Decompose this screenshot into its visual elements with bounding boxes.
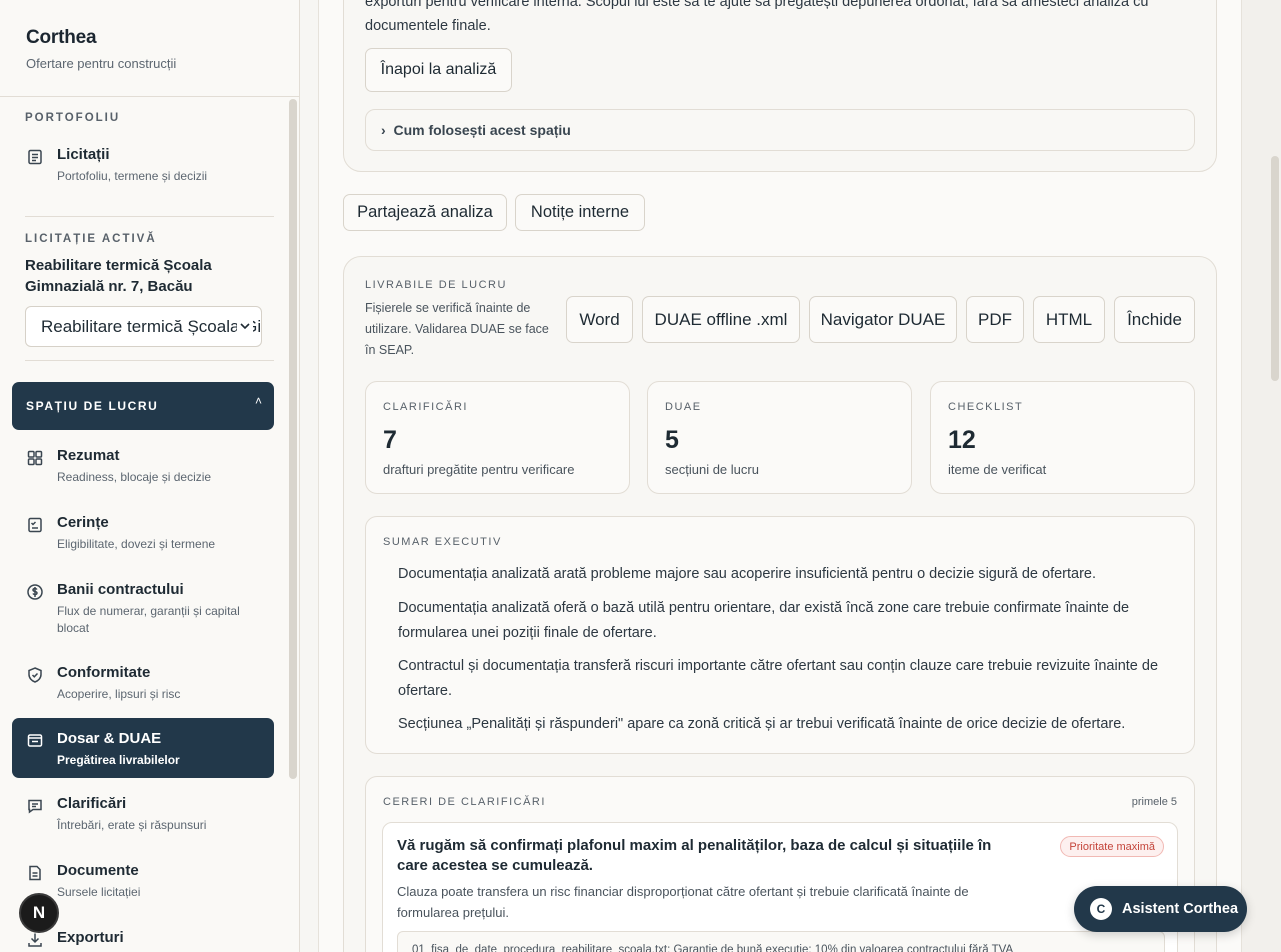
sidebar-item-subtitle: Portofoliu, termene și decizii [57,169,208,183]
chevron-right-icon: › [381,122,394,138]
howto-expander[interactable]: › Cum folosești acest spațiu [365,109,1195,151]
sidebar-item-title: Dosar & DUAE [57,730,162,747]
document-icon [29,865,41,881]
clarifications-count: primele 5 [1131,796,1177,808]
close-button[interactable]: Închide [1114,296,1195,343]
deliverables-description: Fișierele se verifică înainte de utiliza… [365,301,549,357]
list-icon [28,149,42,165]
howto-label: Cum folosești acest spațiu [393,122,571,138]
stat-description: iteme de verificat [948,462,1047,477]
sidebar-item-clarificari[interactable]: Clarificări Întrebări, erate și răspunsu… [12,789,274,841]
portfolio-label: PORTOFOLIU [25,112,121,124]
sidebar-item-subtitle: Pregătirea livrabilelor [57,753,180,767]
checklist-icon [28,517,42,533]
executive-summary-card: SUMAR EXECUTIV Documentația analizată ar… [365,516,1195,754]
deliverables-label: LIVRABILE DE LUCRU [365,279,507,291]
stat-value: 5 [665,426,679,454]
assistant-label: Asistent Corthea [1122,901,1239,917]
sidebar-item-subtitle: Întrebări, erate și răspunsuri [57,818,207,832]
sidebar-scrollbar[interactable] [289,99,297,779]
page-scrollbar[interactable] [1271,156,1279,381]
brand-name: Corthea [26,27,97,48]
stat-value: 12 [948,426,976,454]
divider [0,96,299,97]
brand-subtitle: Ofertare pentru construcții [26,56,177,71]
clarification-title: Vă rugăm să confirmați plafonul maxim al… [397,837,992,874]
tender-select-value: Reabilitare termică Școala Gimnazială nr… [41,317,262,336]
intro-text: exporturi pentru verificare internă. Sco… [365,0,1149,34]
framework-badge[interactable]: N [19,893,59,933]
clarifications-label: CERERI DE CLARIFICĂRI [383,796,546,808]
duae-navigator-button[interactable]: Navigator DUAE [809,296,957,343]
clarification-source: 01_fisa_de_date_procedura_reabilitare_sc… [397,931,1165,952]
active-tender-label: LICITAȚIE ACTIVĂ [25,233,157,245]
tender-select[interactable]: Reabilitare termică Școala Gimnazială nr… [25,306,262,347]
chat-icon [28,799,42,814]
workspace-section-toggle[interactable]: SPAȚIU DE LUCRU ˄ [12,382,274,430]
chevron-down-icon [237,318,253,334]
stat-value: 7 [383,426,397,454]
stat-label: CHECKLIST [948,401,1024,413]
assistant-avatar: C [1090,898,1112,920]
sidebar-item-dosar-duae[interactable]: Dosar & DUAE Pregătirea livrabilelor [12,718,274,778]
share-analysis-button[interactable]: Partajează analiza [343,194,507,231]
grid-icon [27,450,43,466]
summary-point: Contractul și documentația transferă ris… [398,658,1159,699]
stat-card-checklist: CHECKLIST 12 iteme de verificat [930,381,1195,494]
html-export-button[interactable]: HTML [1033,296,1105,343]
sidebar: Corthea Ofertare pentru construcții PORT… [0,0,300,952]
page-gutter [1242,0,1281,952]
executive-summary-label: SUMAR EXECUTIV [383,536,502,548]
stat-description: secțiuni de lucru [665,462,759,477]
brand: Corthea Ofertare pentru construcții [26,27,176,71]
sidebar-item-licitatii[interactable]: Licitații Portofoliu, termene și decizii [12,140,274,190]
summary-point: Documentația analizată oferă o bază util… [398,600,1130,641]
sidebar-item-title: Rezumat [57,447,120,464]
stat-card-duae: DUAE 5 secțiuni de lucru [647,381,912,494]
sidebar-item-subtitle: Sursele licitației [57,885,141,899]
sidebar-item-rezumat[interactable]: Rezumat Readiness, blocaje și decizie [12,441,274,493]
folder-icon [27,734,43,747]
stat-label: CLARIFICĂRI [383,401,468,413]
sidebar-item-title: Licitații [57,146,110,163]
divider [25,360,274,361]
stat-label: DUAE [665,401,702,413]
assistant-button[interactable]: C Asistent Corthea [1074,886,1247,932]
sidebar-item-banii-contractului[interactable]: Banii contractului Flux de numerar, gara… [12,575,274,637]
internal-notes-button[interactable]: Notițe interne [515,194,645,231]
sidebar-item-title: Clarificări [57,795,127,812]
workspace-label: SPAȚIU DE LUCRU [26,399,159,413]
clarification-item[interactable]: Vă rugăm să confirmați plafonul maxim al… [382,822,1178,952]
summary-point: Documentația analizată arată probleme ma… [398,566,1097,582]
back-to-analysis-button[interactable]: Înapoi la analiză [365,48,512,92]
duae-xml-export-button[interactable]: DUAE offline .xml [642,296,800,343]
active-tender-title: Reabilitare termică Școala Gimnazială nr… [25,257,212,295]
sidebar-item-title: Conformitate [57,664,151,681]
sidebar-item-subtitle: Flux de numerar, garanții și capital blo… [57,604,240,635]
sidebar-item-title: Documente [57,862,139,879]
priority-badge: Prioritate maximă [1060,836,1164,857]
sidebar-item-title: Cerințe [57,514,109,531]
sidebar-item-cerinte[interactable]: Cerințe Eligibilitate, dovezi și termene [12,508,274,560]
pdf-export-button[interactable]: PDF [966,296,1024,343]
sidebar-item-subtitle: Acoperire, lipsuri și risc [57,687,181,701]
sidebar-item-title: Exporturi [57,929,124,946]
chevron-up-icon: ˄ [254,394,262,408]
stat-card-clarificari: CLARIFICĂRI 7 drafturi pregătite pentru … [365,381,630,494]
shield-icon [28,667,42,683]
summary-point: Secțiunea „Penalități și răspunderi" apa… [398,716,1126,732]
sidebar-item-conformitate[interactable]: Conformitate Acoperire, lipsuri și risc [12,658,274,710]
divider [25,216,274,217]
dollar-icon [27,584,43,600]
sidebar-item-title: Banii contractului [57,581,184,598]
sidebar-item-subtitle: Eligibilitate, dovezi și termene [57,537,216,551]
clarification-description: Clauza poate transfera un risc financiar… [397,884,969,920]
stat-description: drafturi pregătite pentru verificare [383,462,575,477]
word-export-button[interactable]: Word [566,296,633,343]
download-icon [28,933,42,947]
sidebar-item-subtitle: Readiness, blocaje și decizie [57,470,212,484]
